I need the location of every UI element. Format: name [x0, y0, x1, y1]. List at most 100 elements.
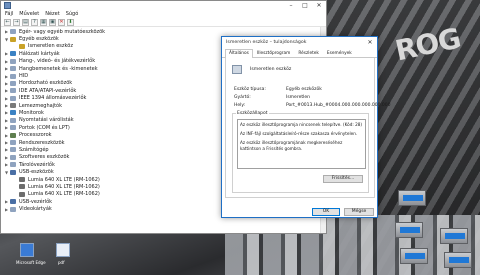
- device-label: Ismeretlen eszköz: [28, 43, 73, 50]
- dialog-title: Ismeretlen eszköz – tulajdonságok: [226, 39, 307, 45]
- dialog-title-bar: Ismeretlen eszköz – tulajdonságok ✕: [222, 37, 377, 47]
- device-label: HID: [19, 73, 29, 80]
- audio-io-icon: [10, 66, 16, 72]
- disk-icon: [10, 103, 16, 109]
- unknown-device-icon: [232, 65, 242, 74]
- device-status-group: Eszközállapot Az eszköz illesztőprogramj…: [232, 111, 369, 193]
- tab-events[interactable]: Események: [323, 49, 356, 57]
- close-button[interactable]: ✕: [312, 2, 326, 9]
- port-icon: [10, 125, 16, 131]
- chevron-right-icon[interactable]: ▶: [3, 110, 10, 115]
- remove-icon[interactable]: ✕: [58, 18, 65, 26]
- enable-icon[interactable]: ⬇: [67, 18, 74, 26]
- pdf-icon[interactable]: [56, 243, 70, 257]
- usb-port: [400, 248, 428, 264]
- chevron-right-icon[interactable]: ▶: [3, 118, 10, 123]
- manufacturer-value: Ismeretlen: [286, 95, 310, 100]
- edge-icon[interactable]: [20, 243, 34, 257]
- device-label: Lumia 640 XL LTE (RM-1062): [28, 176, 100, 183]
- ide-icon: [10, 88, 16, 94]
- device-status-text[interactable]: Az eszköz illesztőprogramja nincsenek te…: [237, 119, 366, 169]
- printer-icon: [10, 117, 16, 123]
- chevron-right-icon[interactable]: ▶: [3, 133, 10, 138]
- status-line: Az eszköz illesztőprogramja nincsenek te…: [240, 122, 363, 127]
- cancel-button[interactable]: Mégse: [344, 208, 374, 216]
- location-value: Port_#0013.Hub_#0004.000.000.000.000.000: [286, 103, 391, 108]
- dialog-close-button[interactable]: ✕: [363, 39, 377, 46]
- chevron-right-icon[interactable]: ▶: [3, 199, 10, 204]
- title-bar: – □ ✕: [1, 1, 326, 10]
- update-icon[interactable]: ▦: [40, 18, 47, 26]
- device-label: Nyomtatási várólisták: [19, 117, 74, 124]
- menu-file[interactable]: Fájl: [5, 11, 13, 17]
- pdf-label: pdf: [58, 260, 65, 265]
- chevron-right-icon[interactable]: ▶: [3, 66, 10, 71]
- chevron-right-icon[interactable]: ▶: [3, 96, 10, 101]
- update-driver-button[interactable]: Frissítés...: [323, 175, 363, 183]
- menu-bar: Fájl Művelet Nézet Súgó: [1, 10, 326, 18]
- menu-help[interactable]: Súgó: [66, 11, 79, 17]
- edge-label: Microsoft Edge: [16, 260, 46, 265]
- chevron-right-icon[interactable]: ▶: [3, 155, 10, 160]
- other-icon: [10, 36, 16, 42]
- status-line: Az INF-fájl szolgáltatásleíró-része szak…: [240, 131, 358, 136]
- general-panel: Ismeretlen eszköz Eszköz típusa: Egyéb e…: [225, 58, 391, 198]
- device-type-label: Eszköz típusa:: [234, 87, 266, 92]
- toolbar: ← → ▤ ? ▦ ▣ ✕ ⬇: [1, 18, 326, 27]
- chevron-right-icon[interactable]: ▶: [3, 81, 10, 86]
- chevron-right-icon[interactable]: ▶: [3, 147, 10, 152]
- minimize-button[interactable]: –: [284, 2, 298, 9]
- chevron-right-icon[interactable]: ▶: [3, 51, 10, 56]
- device-label: Egyéb eszközök: [19, 36, 59, 43]
- display-adapter-icon: [10, 206, 16, 212]
- device-label: Szoftveres eszközök: [19, 154, 70, 161]
- maximize-button[interactable]: □: [298, 2, 312, 9]
- device-label: Lemezmeghajtók: [19, 102, 63, 109]
- chevron-right-icon[interactable]: ▶: [3, 140, 10, 145]
- device-label: Tárolóvezérlők: [19, 161, 55, 168]
- device-label: Portok (COM és LPT): [19, 124, 70, 131]
- chevron-right-icon[interactable]: ▶: [3, 74, 10, 79]
- chevron-right-icon[interactable]: ▶: [3, 103, 10, 108]
- help-icon[interactable]: ?: [31, 18, 38, 26]
- device-label: Hangbemenetek és -kimenetek: [19, 65, 98, 72]
- device-status-label: Eszközállapot: [236, 111, 269, 116]
- chevron-right-icon[interactable]: ▶: [3, 88, 10, 93]
- device-header: Ismeretlen eszköz: [232, 65, 291, 74]
- chevron-down-icon[interactable]: ▼: [3, 170, 10, 175]
- device-label: Videokártyák: [19, 206, 52, 213]
- device-label: Lumia 640 XL LTE (RM-1062): [28, 183, 100, 190]
- status-line: Az eszköz illesztőprogramjának megkeresé…: [240, 140, 343, 151]
- menu-view[interactable]: Nézet: [45, 11, 59, 17]
- chevron-down-icon[interactable]: ▼: [3, 37, 10, 42]
- scan-icon[interactable]: ▣: [49, 18, 56, 26]
- back-icon[interactable]: ←: [4, 18, 11, 26]
- network-icon: [10, 51, 16, 57]
- tab-driver[interactable]: Illesztőprogram: [253, 49, 294, 57]
- unknown-device-icon: [19, 43, 25, 49]
- cpu-icon: [10, 132, 16, 138]
- properties-icon[interactable]: ▤: [22, 18, 29, 26]
- usb-port: [395, 222, 423, 238]
- menu-action[interactable]: Művelet: [19, 11, 39, 17]
- storage-icon: [10, 162, 16, 168]
- usb-port: [398, 190, 426, 206]
- tab-details[interactable]: Részletek: [294, 49, 323, 57]
- system-icon: [10, 140, 16, 146]
- portable-icon: [10, 80, 16, 86]
- device-label: Rendszereszközök: [19, 139, 65, 146]
- chevron-right-icon[interactable]: ▶: [3, 207, 10, 212]
- chevron-right-icon[interactable]: ▶: [3, 162, 10, 167]
- device-label: USB-vezérlők: [19, 198, 53, 205]
- tab-general[interactable]: Általános: [225, 49, 253, 58]
- manufacturer-label: Gyártó:: [234, 95, 251, 100]
- device-category[interactable]: ▶ Egér- vagy egyéb mutatóeszközök: [3, 28, 326, 35]
- ok-button[interactable]: OK: [312, 208, 340, 216]
- device-label: Hang-, videó- és játékvezérlők: [19, 58, 96, 65]
- usb-controller-icon: [10, 199, 16, 205]
- chevron-right-icon[interactable]: ▶: [3, 59, 10, 64]
- chevron-right-icon[interactable]: ▶: [3, 125, 10, 130]
- chevron-right-icon[interactable]: ▶: [3, 29, 10, 34]
- usb-icon: [10, 169, 16, 175]
- forward-icon[interactable]: →: [13, 18, 20, 26]
